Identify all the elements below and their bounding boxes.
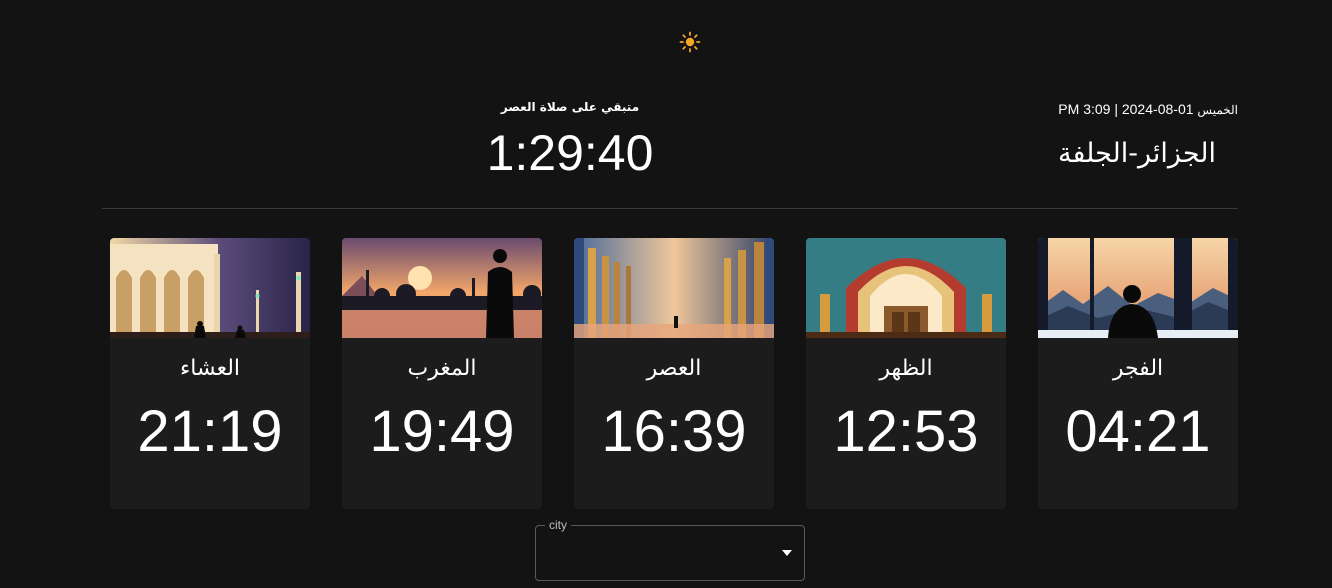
- prayer-card-isha: العشاء 21:19: [110, 238, 310, 509]
- asr-image: [574, 238, 774, 338]
- theme-toggle-button[interactable]: [676, 28, 704, 56]
- prayer-name: العشاء: [179, 356, 241, 381]
- prayer-cards: الفجر 04:21 الظهر 12:53 العصر 16:39 المغ…: [110, 238, 1238, 510]
- prayer-name: العصر: [646, 356, 702, 381]
- location-title: الجزائر-الجلفة: [1058, 138, 1216, 169]
- countdown-label: متبقي على صلاة العصر: [500, 100, 640, 114]
- prayer-name: الفجر: [1112, 356, 1164, 381]
- prayer-time: 16:39: [601, 399, 747, 464]
- prayer-card-dhuhr: الظهر 12:53: [806, 238, 1006, 509]
- countdown-timer: 1:29:40: [486, 125, 654, 181]
- prayer-name: الظهر: [879, 356, 933, 381]
- isha-image: [110, 238, 310, 338]
- prayer-card-maghrib: المغرب 19:49: [342, 238, 542, 509]
- prayer-time: 19:49: [369, 399, 515, 464]
- weekday-label: الخميس: [1197, 103, 1238, 117]
- maghrib-image: [342, 238, 542, 338]
- caret-down-icon: [782, 550, 792, 556]
- sun-icon: [679, 31, 701, 53]
- fajr-image: [1038, 238, 1238, 338]
- prayer-card-fajr: الفجر 04:21: [1038, 238, 1238, 509]
- prayer-time: 21:19: [137, 399, 283, 464]
- header-divider: [102, 208, 1238, 209]
- prayer-name: المغرب: [407, 356, 477, 381]
- dhuhr-image: [806, 238, 1006, 338]
- city-select-label: city: [545, 518, 571, 532]
- prayer-time: 12:53: [833, 399, 979, 464]
- city-select[interactable]: city: [535, 518, 805, 581]
- prayer-time: 04:21: [1065, 399, 1211, 464]
- current-datetime: الخميس 01-08-2024 | 3:09 PM: [1058, 101, 1238, 117]
- date-time-label: 01-08-2024 | 3:09 PM: [1058, 101, 1194, 117]
- prayer-times-page: متبقي على صلاة العصر 1:29:40 الخميس 01-0…: [0, 0, 1332, 588]
- prayer-card-asr: العصر 16:39: [574, 238, 774, 509]
